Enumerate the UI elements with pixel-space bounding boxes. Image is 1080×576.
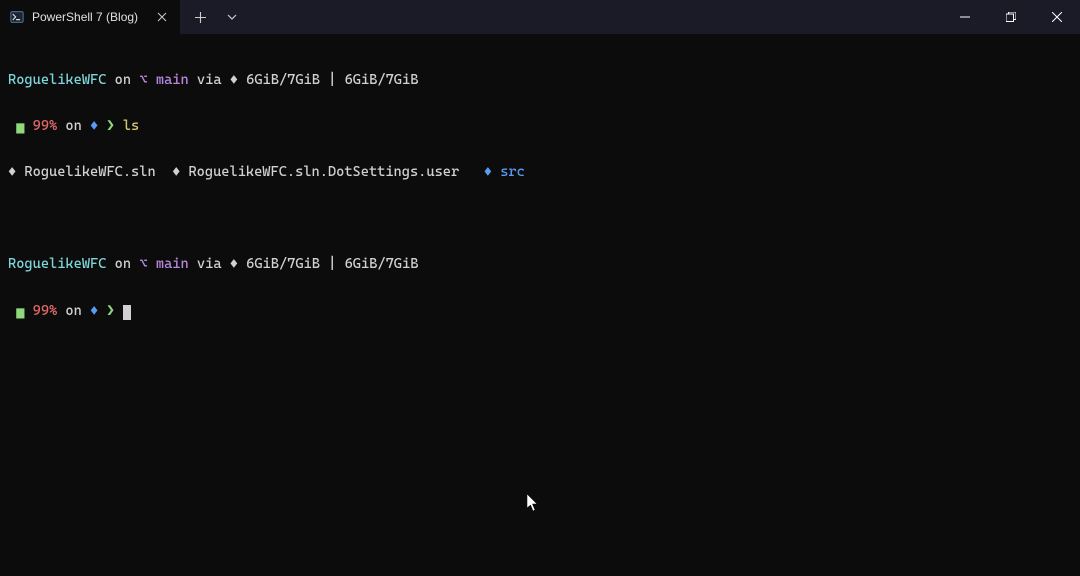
new-tab-button[interactable] <box>186 3 214 31</box>
via-icon: ♦ <box>230 72 246 88</box>
prompt-dir: RoguelikeWFC <box>8 256 106 272</box>
prompt-text: on <box>106 256 139 272</box>
tab-close-button[interactable] <box>154 9 170 25</box>
maximize-button[interactable] <box>988 0 1034 34</box>
file-name: RoguelikeWFC.sln.DotSettings.user <box>188 164 459 180</box>
blank-line <box>8 211 1072 226</box>
ls-output-line: ♦ RoguelikeWFC.sln ♦ RoguelikeWFC.sln.Do… <box>8 165 1072 180</box>
diamond-icon: ♦ <box>90 303 106 319</box>
memory-status: 6GiB/7GiB | 6GiB/7GiB <box>246 72 418 88</box>
command-text: ls <box>123 118 139 134</box>
battery-percent: 99% <box>24 118 57 134</box>
separator <box>156 164 172 180</box>
prompt-text: on <box>57 118 90 134</box>
via-icon: ♦ <box>230 256 246 272</box>
branch-icon: ⌥ <box>139 72 156 88</box>
prompt-line-2b: ▅ 99% on ♦ ❯ <box>8 304 1072 319</box>
diamond-icon: ♦ <box>90 118 106 134</box>
memory-status: 6GiB/7GiB | 6GiB/7GiB <box>246 256 418 272</box>
prompt-arrow: ❯ <box>106 118 122 134</box>
prompt-line-2: RoguelikeWFC on ⌥ main via ♦ 6GiB/7GiB |… <box>8 257 1072 272</box>
tab-title: PowerShell 7 (Blog) <box>32 10 138 24</box>
battery-percent: 99% <box>24 303 57 319</box>
file-icon: ♦ <box>172 164 188 180</box>
terminal-area[interactable]: RoguelikeWFC on ⌥ main via ♦ 6GiB/7GiB |… <box>0 34 1080 576</box>
tab-powershell[interactable]: PowerShell 7 (Blog) <box>0 0 180 34</box>
prompt-dir: RoguelikeWFC <box>8 72 106 88</box>
prompt-line-1b: ▅ 99% on ♦ ❯ ls <box>8 119 1072 134</box>
close-button[interactable] <box>1034 0 1080 34</box>
prompt-text: via <box>189 256 230 272</box>
window-controls <box>942 0 1080 34</box>
tabs-area: PowerShell 7 (Blog) <box>0 0 246 34</box>
branch-name: main <box>156 72 189 88</box>
folder-name: src <box>500 164 525 180</box>
minimize-button[interactable] <box>942 0 988 34</box>
prompt-text: on <box>106 72 139 88</box>
powershell-icon <box>10 10 24 24</box>
branch-name: main <box>156 256 189 272</box>
prompt-arrow: ❯ <box>106 303 122 319</box>
window-titlebar: PowerShell 7 (Blog) <box>0 0 1080 34</box>
separator <box>459 164 484 180</box>
folder-icon: ♦ <box>484 164 500 180</box>
tab-actions <box>180 3 246 31</box>
tab-dropdown-button[interactable] <box>218 3 246 31</box>
branch-icon: ⌥ <box>139 256 156 272</box>
file-name: RoguelikeWFC.sln <box>24 164 155 180</box>
prompt-text: on <box>57 303 90 319</box>
prompt-text: via <box>189 72 230 88</box>
prompt-line-1: RoguelikeWFC on ⌥ main via ♦ 6GiB/7GiB |… <box>8 73 1072 88</box>
file-icon: ♦ <box>8 164 24 180</box>
terminal-cursor <box>123 305 131 320</box>
mouse-cursor-icon <box>527 494 539 512</box>
